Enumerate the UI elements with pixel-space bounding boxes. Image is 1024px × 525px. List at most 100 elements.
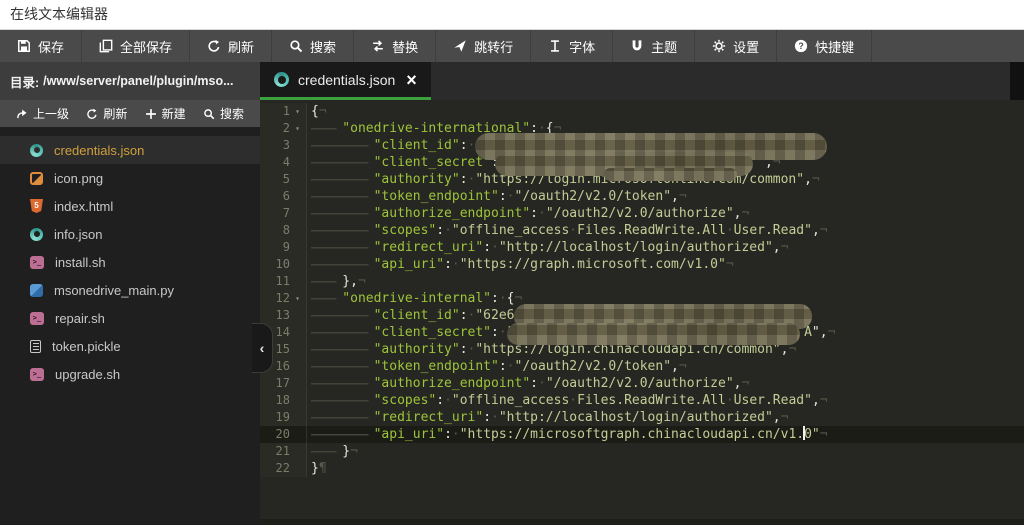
file-item-index-html[interactable]: index.html [0,192,260,220]
punctuation: , [812,393,820,408]
code-line-10[interactable]: 10"api_uri":·"https://graph.microsoft.co… [260,256,1024,273]
theme-button[interactable]: 主题 [613,30,695,62]
refresh-button[interactable]: 刷新 [190,30,272,62]
close-icon[interactable]: × [406,71,417,89]
file-name: icon.png [54,171,103,186]
code-line-13[interactable]: 13"client_id":·"62e6 [260,307,1024,324]
replace-button[interactable]: 替换 [354,30,436,62]
json-value: Files.ReadWrite.All [577,393,726,408]
line-number: 19 [260,409,290,426]
code-text[interactable]: "token_endpoint":·"/oauth2/v2.0/token",¬ [307,358,1024,375]
code-text[interactable]: "scopes":·"offline_access·Files.ReadWrit… [307,222,1024,239]
punctuation: : [491,325,499,340]
json-key: "authorize_endpoint" [374,376,531,391]
gutter: 1▾ [260,103,307,120]
file-item-upgrade-sh[interactable]: upgrade.sh [0,360,260,388]
code-line-5[interactable]: 5"authority":·"https://login.microsofton… [260,171,1024,188]
settings-button[interactable]: 设置 [695,30,777,62]
file-item-credentials-json[interactable]: credentials.json [0,136,260,164]
file-item-info-json[interactable]: info.json [0,220,260,248]
shortcuts-button[interactable]: ?快捷键 [777,30,872,62]
code-line-21[interactable]: 21}¬ [260,443,1024,460]
code-text[interactable]: "authorize_endpoint":·"/oauth2/v2.0/auth… [307,375,1024,392]
invisible-char: · [507,189,515,204]
sidebar-collapse-handle[interactable]: ‹ [252,323,273,373]
code-text[interactable]: "token_endpoint":·"/oauth2/v2.0/token",¬ [307,188,1024,205]
refresh-dir-button[interactable]: 刷新 [86,105,127,122]
code-text[interactable]: "api_uri":·"https://microsoftgraph.china… [307,426,1024,443]
code-line-16[interactable]: 16"token_endpoint":·"/oauth2/v2.0/token"… [260,358,1024,375]
line-number: 1 [260,103,290,120]
json-value: Files.ReadWrite.All [577,223,726,238]
code-line-6[interactable]: 6"token_endpoint":·"/oauth2/v2.0/token",… [260,188,1024,205]
fold-spacer [290,256,305,273]
fold-arrow-icon[interactable]: ▾ [290,120,305,137]
code-text[interactable]: }¬ [307,443,1024,460]
file-item-msonedrive-main-py[interactable]: msonedrive_main.py [0,276,260,304]
code-line-19[interactable]: 19 "redirect_uri":·"http://localhost/logi… [260,409,1024,426]
up-level-button[interactable]: 上一级 [16,105,69,122]
code-text[interactable]: }¶ [307,460,1024,477]
punctuation: } [311,461,319,476]
punctuation: : [460,138,468,153]
code-text[interactable]: "authority":·"https://login.microsoftonl… [307,171,1024,188]
gutter: 2▾ [260,120,307,137]
json-value: "offline_access [452,223,569,238]
json-value: User.Read" [734,223,812,238]
code-text[interactable]: {¬ [307,103,1024,120]
code-area[interactable]: 1▾{¬2▾"onedrive-international":·{¬3"clie… [260,100,1024,525]
file-item-icon-png[interactable]: icon.png [0,164,260,192]
code-line-18[interactable]: 18 "scopes":·"offline_access·Files.ReadWr… [260,392,1024,409]
fold-arrow-icon[interactable]: ▾ [290,103,305,120]
code-line-17[interactable]: 17"authorize_endpoint":·"/oauth2/v2.0/au… [260,375,1024,392]
json-key: "redirect_uri" [374,240,484,255]
code-text[interactable]: "authorize_endpoint":·"/oauth2/v2.0/auth… [307,205,1024,222]
settings-button-label: 设置 [733,37,759,56]
fold-spacer [290,392,305,409]
file-list: credentials.json icon.png index.htmlinfo.j… [0,127,260,525]
code-line-14[interactable]: 14"client_secret":·"-_A",¬ [260,324,1024,341]
save-button[interactable]: 保存 [0,30,82,62]
code-text[interactable]: },¬ [307,273,1024,290]
json-file-icon [30,228,43,241]
goto-line-button[interactable]: 跳转行 [436,30,531,62]
new-file-button[interactable]: 新建 [145,105,186,122]
line-number: 18 [260,392,290,409]
font-button[interactable]: 字体 [531,30,613,62]
punctuation: , [773,240,781,255]
tab-bar: credentials.json × [260,62,1024,100]
code-text[interactable]: "redirect_uri":·"http://localhost/login/… [307,409,1024,426]
invisible-char: ¬ [350,444,358,459]
tab-credentials-json[interactable]: credentials.json × [260,62,431,100]
code-text[interactable]: "client_id":·"62e6 [307,307,1024,324]
file-item-token-pickle[interactable]: token.pickle [0,332,260,360]
code-text[interactable]: "client_secret":·"-_A",¬ [307,324,1024,341]
code-line-8[interactable]: 8"scopes":·"offline_access·Files.ReadWri… [260,222,1024,239]
search-button[interactable]: 搜索 [272,30,354,62]
code-line-11[interactable]: 11},¬ [260,273,1024,290]
invisible-char: ¬ [679,189,687,204]
code-line-7[interactable]: 7"authorize_endpoint":·"/oauth2/v2.0/aut… [260,205,1024,222]
file-item-install-sh[interactable]: install.sh [0,248,260,276]
json-value: "62e6 [475,308,514,323]
code-line-1[interactable]: 1▾{¬ [260,103,1024,120]
gutter: 18 [260,392,307,409]
punctuation: : [460,342,468,357]
code-text[interactable]: "api_uri":·"https://graph.microsoft.com/… [307,256,1024,273]
file-item-repair-sh[interactable]: repair.sh [0,304,260,332]
gutter: 19 [260,409,307,426]
code-line-22[interactable]: 22}¶ [260,460,1024,477]
code-line-20[interactable]: 20"api_uri":·"https://microsoftgraph.chi… [260,426,1024,443]
fold-arrow-icon[interactable]: ▾ [290,290,305,307]
invisible-char: ¬ [726,257,734,272]
json-value: User.Read" [734,393,812,408]
text-file-icon [30,340,41,353]
gutter: 12▾ [260,290,307,307]
file-name: install.sh [55,255,106,270]
code-text[interactable]: "redirect_uri":·"http://localhost/login/… [307,239,1024,256]
search-file-button[interactable]: 搜索 [203,105,244,122]
save-all-button[interactable]: 全部保存 [82,30,190,62]
code-text[interactable]: "scopes":·"offline_access·Files.ReadWrit… [307,392,1024,409]
json-value: "/oauth2/v2.0/authorize" [546,376,734,391]
code-line-9[interactable]: 9"redirect_uri":·"http://localhost/login… [260,239,1024,256]
